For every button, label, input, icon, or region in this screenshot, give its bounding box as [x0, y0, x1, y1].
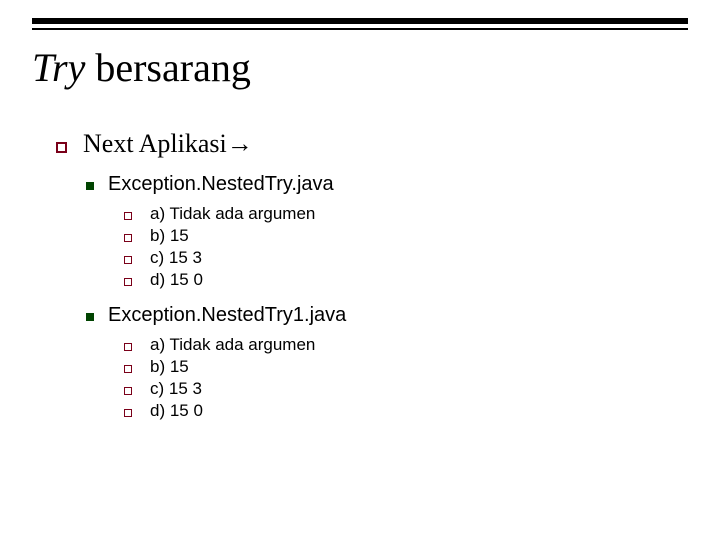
- solid-square-bullet-icon: [86, 313, 94, 321]
- list-item: c) 15 3: [150, 248, 202, 268]
- arrow-right-icon: →: [227, 128, 253, 159]
- section-heading: Exception.NestedTry.java: [108, 173, 334, 196]
- list-item: a) Tidak ada argumen: [150, 204, 315, 224]
- bullet-level3: b) 15: [124, 357, 346, 377]
- list-item: a) Tidak ada argumen: [150, 335, 315, 355]
- title-rule-thick: [32, 18, 688, 24]
- list-item: b) 15: [150, 357, 189, 377]
- section: Exception.NestedTry.java a) Tidak ada ar…: [56, 173, 346, 290]
- bullet-level3: d) 15 0: [124, 401, 346, 421]
- slide-content: Next Aplikasi→ Exception.NestedTry.java …: [56, 128, 346, 435]
- small-hollow-square-bullet-icon: [124, 212, 132, 220]
- level1-text: Next Aplikasi: [83, 129, 227, 159]
- bullet-level3: c) 15 3: [124, 248, 346, 268]
- slide: Try bersarang Next Aplikasi→ Exception.N…: [0, 0, 720, 540]
- bullet-level2: Exception.NestedTry1.java: [86, 304, 346, 327]
- small-hollow-square-bullet-icon: [124, 409, 132, 417]
- bullet-level3: c) 15 3: [124, 379, 346, 399]
- solid-square-bullet-icon: [86, 182, 94, 190]
- section: Exception.NestedTry1.java a) Tidak ada a…: [56, 304, 346, 421]
- bullet-level3: a) Tidak ada argumen: [124, 204, 346, 224]
- bullet-level2: Exception.NestedTry.java: [86, 173, 346, 196]
- list-item: c) 15 3: [150, 379, 202, 399]
- list-item: d) 15 0: [150, 401, 203, 421]
- list-item: d) 15 0: [150, 270, 203, 290]
- slide-title: Try bersarang: [32, 46, 251, 90]
- list-item: b) 15: [150, 226, 189, 246]
- small-hollow-square-bullet-icon: [124, 387, 132, 395]
- section-heading: Exception.NestedTry1.java: [108, 304, 346, 327]
- small-hollow-square-bullet-icon: [124, 256, 132, 264]
- title-italic-word: Try: [32, 45, 85, 90]
- bullet-level3: d) 15 0: [124, 270, 346, 290]
- title-rest: bersarang: [85, 45, 250, 90]
- bullet-level3: b) 15: [124, 226, 346, 246]
- small-hollow-square-bullet-icon: [124, 365, 132, 373]
- small-hollow-square-bullet-icon: [124, 234, 132, 242]
- hollow-square-bullet-icon: [56, 142, 67, 153]
- bullet-level3: a) Tidak ada argumen: [124, 335, 346, 355]
- title-rule-thin: [32, 28, 688, 30]
- small-hollow-square-bullet-icon: [124, 278, 132, 286]
- small-hollow-square-bullet-icon: [124, 343, 132, 351]
- bullet-level1: Next Aplikasi→: [56, 128, 346, 159]
